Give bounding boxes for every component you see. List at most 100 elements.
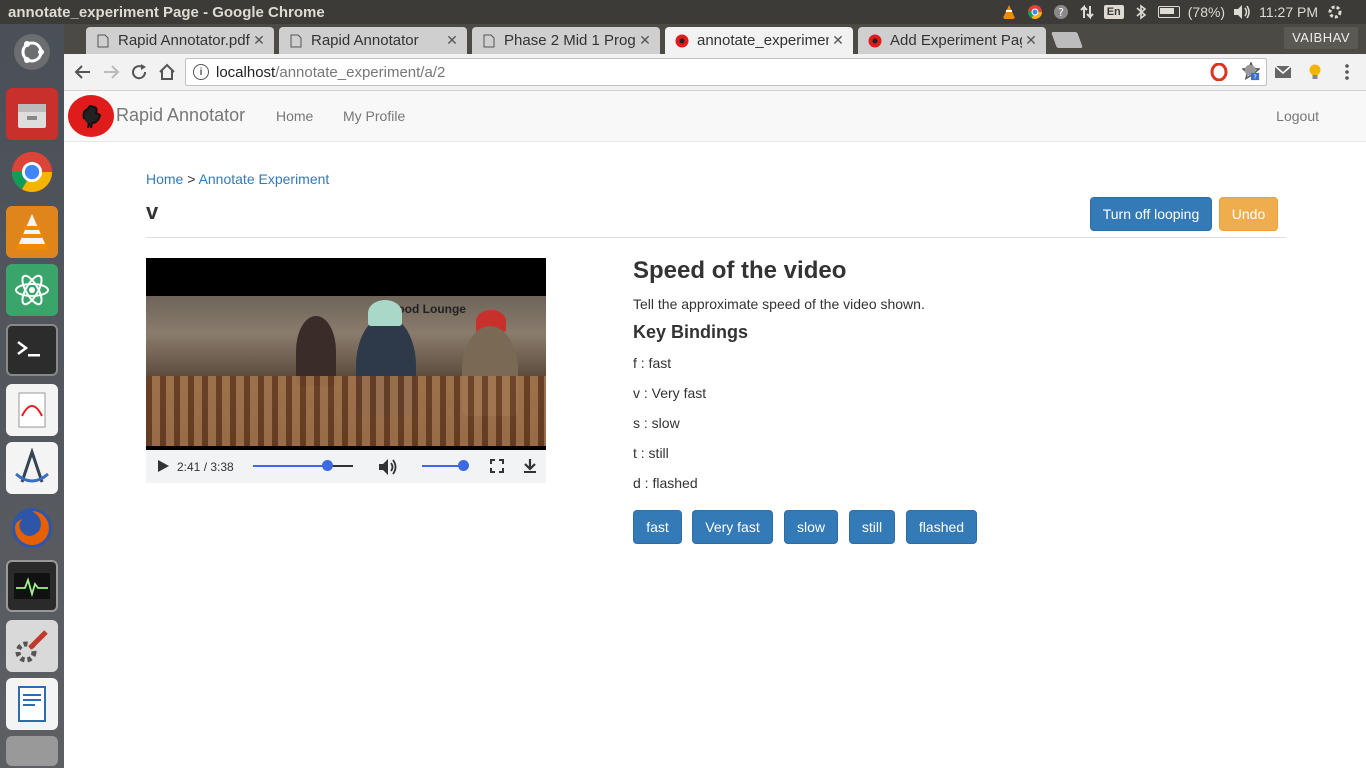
libreoffice-writer-icon[interactable] [6,678,58,730]
tab-annotate-experiment[interactable]: annotate_experiment ✕ [665,27,853,54]
ubuntu-dash-icon[interactable] [6,26,58,78]
brand-link[interactable]: Rapid Annotator [116,105,245,126]
undo-button[interactable]: Undo [1219,197,1278,231]
tab-close-icon[interactable]: ✕ [829,32,847,49]
chat-extension-icon[interactable]: ? [1242,63,1260,81]
tab-label: Phase 2 Mid 1 Progress [504,32,636,49]
tab-close-icon[interactable]: ✕ [250,32,268,49]
key-binding-very-fast: v : Very fast [633,385,707,401]
tab-add-experiment[interactable]: Add Experiment Page ✕ [858,27,1046,54]
volume-icon[interactable] [378,458,398,479]
nav-home-link[interactable]: Home [276,108,313,124]
experiment-title: v [146,199,159,224]
chrome-tray-icon[interactable] [1026,3,1044,21]
svg-text:?: ? [1058,6,1064,19]
option-still-button[interactable]: still [849,510,895,544]
rooster-logo-icon[interactable] [68,95,114,137]
info-icon[interactable]: i [193,64,209,80]
volume-slider[interactable] [422,450,470,483]
new-tab-button[interactable] [1051,32,1083,48]
network-icon[interactable] [1078,3,1096,21]
seek-slider[interactable] [253,450,353,483]
tab-rapid-annotator[interactable]: Rapid Annotator ✕ [279,27,467,54]
video-controls: 2:41 / 3:38 [146,450,546,483]
profile-badge[interactable]: VAIBHAV [1284,27,1358,49]
ubuntu-launcher [0,24,64,768]
video-time: 2:41 / 3:38 [177,460,234,474]
play-icon[interactable] [156,459,170,476]
key-binding-still: t : still [633,445,669,461]
breadcrumb-current-link[interactable]: Annotate Experiment [199,171,330,187]
tab-rapid-annotator-pdf[interactable]: Rapid Annotator.pdf ✕ [86,27,274,54]
seek-knob[interactable] [322,460,333,471]
key-binding-slow: s : slow [633,415,680,431]
browser-toolbar: i localhost/annotate_experiment/a/2 ? [64,54,1366,91]
breadcrumb-separator: > [187,171,196,187]
vlc-icon[interactable] [6,206,58,258]
firefox-icon[interactable] [6,502,58,554]
breadcrumb-home-link[interactable]: Home [146,171,183,187]
address-bar[interactable]: i localhost/annotate_experiment/a/2 [185,58,1267,86]
chrome-icon[interactable] [6,146,58,198]
reload-button[interactable] [128,61,150,83]
document-icon [96,34,110,48]
header-divider [146,237,1286,238]
tab-label: annotate_experiment [697,32,829,49]
download-icon[interactable] [522,458,538,477]
tab-close-icon[interactable]: ✕ [1022,32,1040,49]
site-navbar: Rapid Annotator Home My Profile Logout [64,91,1366,142]
option-slow-button[interactable]: slow [784,510,838,544]
keyboard-language-indicator[interactable]: En [1103,5,1124,19]
files-icon[interactable] [6,88,58,140]
tab-label: Add Experiment Page [890,32,1022,49]
video-turban [368,300,402,326]
nav-my-profile-link[interactable]: My Profile [343,108,405,124]
atom-icon[interactable] [6,264,58,316]
video-chairs [146,376,546,446]
home-button[interactable] [156,61,178,83]
system-monitor-icon[interactable] [6,560,58,612]
toggle-looping-button[interactable]: Turn off looping [1090,197,1212,231]
system-settings-icon[interactable] [6,620,58,672]
lightbulb-extension-icon[interactable] [1306,63,1324,81]
vlc-tray-icon[interactable] [1000,3,1018,21]
rooster-favicon-icon [868,34,882,48]
volume-icon[interactable] [1233,3,1251,21]
logout-link[interactable]: Logout [1276,108,1319,124]
back-arrow-icon [74,65,90,79]
option-flashed-button[interactable]: flashed [906,510,977,544]
clock[interactable]: 11:27 PM [1259,4,1318,20]
terminal-icon[interactable] [6,324,58,376]
document-icon [289,34,303,48]
key-binding-fast: f : fast [633,355,672,371]
url-path: /annotate_experiment/a/2 [275,63,446,81]
battery-percent: (78%) [1187,4,1226,20]
battery-icon[interactable] [1157,6,1180,18]
home-icon [159,63,175,80]
power-gear-icon[interactable] [1326,3,1344,21]
reload-icon [132,64,147,80]
fullscreen-icon[interactable] [490,459,504,476]
volume-knob[interactable] [457,460,469,471]
chrome-menu-icon[interactable] [1338,63,1356,81]
forward-button[interactable] [100,61,122,83]
opera-extension-icon[interactable] [1210,63,1228,81]
document-viewer-icon[interactable] [6,384,58,436]
mail-extension-icon[interactable] [1274,63,1292,81]
trash-icon[interactable] [6,736,58,766]
tab-close-icon[interactable]: ✕ [443,32,461,49]
svg-text:?: ? [1253,74,1256,81]
help-tray-icon[interactable]: ? [1052,3,1070,21]
video-frame: Food Lounge [146,296,546,446]
back-button[interactable] [72,61,94,83]
window-title: annotate_experiment Page - Google Chrome [8,3,325,21]
option-fast-button[interactable]: fast [633,510,682,544]
option-very-fast-button[interactable]: Very fast [692,510,773,544]
url-host: localhost [216,63,276,81]
question-description: Tell the approximate speed of the video … [633,296,925,312]
tab-close-icon[interactable]: ✕ [636,32,654,49]
bookmarks-manager-icon[interactable] [6,442,58,494]
tab-phase-2-progress[interactable]: Phase 2 Mid 1 Progress ✕ [472,27,660,54]
bluetooth-icon[interactable] [1132,3,1150,21]
document-icon [482,34,496,48]
